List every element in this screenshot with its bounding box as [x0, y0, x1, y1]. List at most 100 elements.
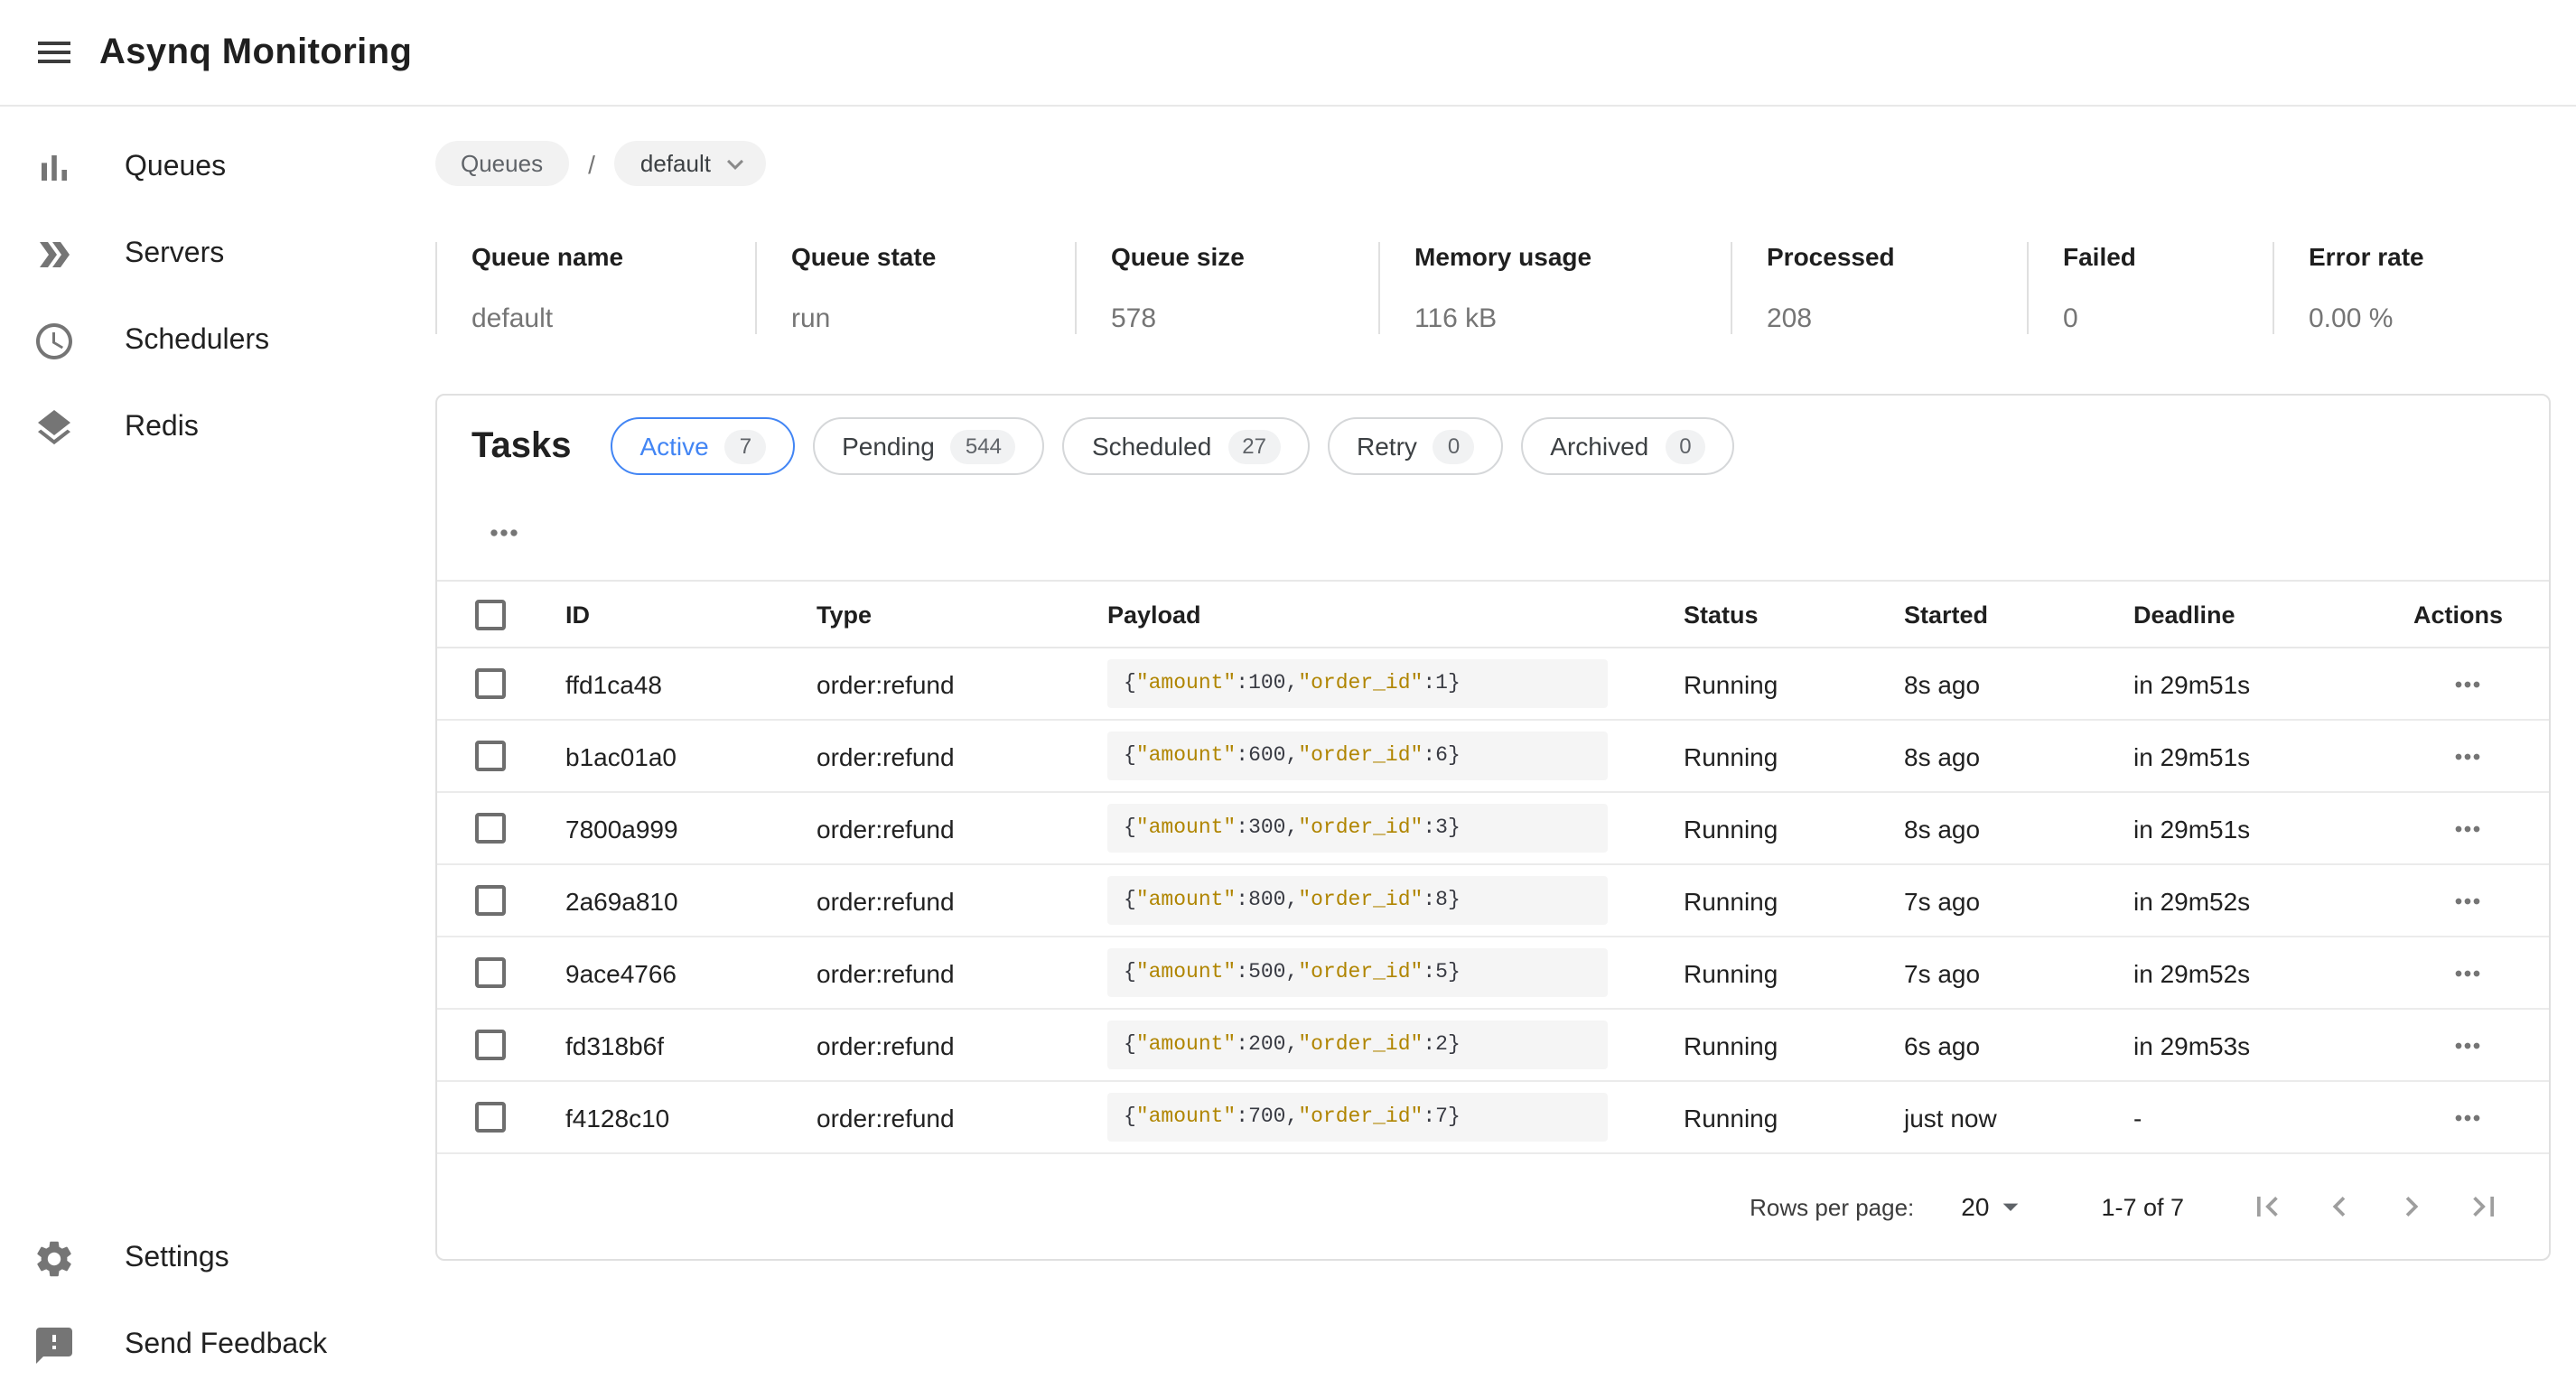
task-type-cell: order:refund	[788, 720, 1078, 792]
row-actions-button[interactable]	[2440, 879, 2494, 922]
task-actions-cell	[2385, 937, 2549, 1009]
row-actions-button[interactable]	[2440, 1095, 2494, 1139]
tab-retry[interactable]: Retry 0	[1328, 417, 1503, 475]
task-type-cell: order:refund	[788, 792, 1078, 864]
tab-count-badge: 27	[1227, 429, 1281, 463]
tab-label: Scheduled	[1092, 432, 1211, 461]
row-actions-button[interactable]	[2440, 734, 2494, 778]
task-actions-cell	[2385, 864, 2549, 937]
row-checkbox[interactable]	[475, 814, 506, 844]
sidebar-main-nav: Queues Servers Schedulers	[0, 125, 435, 471]
task-deadline-cell: in 29m51s	[2105, 792, 2385, 864]
task-payload-code: {"amount":300,"order_id":3}	[1107, 804, 1608, 853]
column-header-status: Status	[1655, 581, 1875, 648]
task-payload-code: {"amount":800,"order_id":8}	[1107, 876, 1608, 925]
task-payload-cell: {"amount":700,"order_id":7}	[1078, 1081, 1655, 1153]
task-started-cell: 8s ago	[1875, 720, 2105, 792]
breadcrumb-queue-select-chip[interactable]: default	[615, 141, 767, 186]
row-checkbox[interactable]	[475, 669, 506, 700]
task-payload-code: {"amount":200,"order_id":2}	[1107, 1021, 1608, 1069]
main-content: Queues / default Queue name default Queu…	[435, 107, 2576, 1389]
pagination-bar: Rows per page: 20 1-7 of 7	[437, 1154, 2549, 1259]
table-header-row: ID Type Payload Status Started Deadline …	[437, 581, 2549, 648]
rows-per-page-select[interactable]: 20	[1961, 1189, 2029, 1225]
sidebar-item-settings[interactable]: Settings	[0, 1216, 435, 1302]
sidebar-item-redis[interactable]: Redis	[0, 385, 435, 471]
task-deadline-cell: in 29m51s	[2105, 720, 2385, 792]
task-actions-cell	[2385, 1081, 2549, 1153]
task-status-cell: Running	[1655, 1081, 1875, 1153]
task-actions-cell	[2385, 720, 2549, 792]
sidebar-item-schedulers[interactable]: Schedulers	[0, 298, 435, 385]
task-payload-cell: {"amount":300,"order_id":3}	[1078, 792, 1655, 864]
task-payload-code: {"amount":600,"order_id":6}	[1107, 732, 1608, 780]
hamburger-menu-button[interactable]	[22, 20, 87, 85]
breadcrumb-queues-chip[interactable]: Queues	[435, 141, 568, 186]
rows-per-page-value: 20	[1961, 1192, 1989, 1221]
row-checkbox[interactable]	[475, 958, 506, 989]
column-header-deadline: Deadline	[2105, 581, 2385, 648]
task-actions-cell	[2385, 1009, 2549, 1081]
sidebar-footer-nav: Settings Send Feedback	[0, 1216, 435, 1389]
more-horizontal-icon	[2449, 738, 2485, 774]
column-header-payload: Payload	[1078, 581, 1655, 648]
column-header-id: ID	[537, 581, 788, 648]
more-horizontal-icon	[484, 513, 524, 553]
task-payload-code: {"amount":100,"order_id":1}	[1107, 659, 1608, 708]
stat-value: 116 kB	[1414, 303, 1731, 334]
row-actions-button[interactable]	[2440, 806, 2494, 850]
tab-label: Pending	[842, 432, 935, 461]
tab-scheduled[interactable]: Scheduled 27	[1063, 417, 1310, 475]
queue-stats-banner: Queue name default Queue state run Queue…	[435, 242, 2554, 334]
row-actions-button[interactable]	[2440, 1023, 2494, 1067]
previous-page-button[interactable]	[2303, 1179, 2375, 1234]
tab-pending[interactable]: Pending 544	[813, 417, 1045, 475]
tab-count-badge: 544	[951, 429, 1016, 463]
table-row: fd318b6f order:refund {"amount":200,"ord…	[437, 1009, 2549, 1081]
last-page-button[interactable]	[2448, 1179, 2520, 1234]
row-checkbox[interactable]	[475, 1103, 506, 1133]
rows-per-page-label: Rows per page:	[1750, 1193, 1914, 1220]
tasks-card: Tasks Active 7 Pending 544 Scheduled 27	[435, 394, 2551, 1261]
sidebar-item-send-feedback[interactable]: Send Feedback	[0, 1302, 435, 1389]
first-page-button[interactable]	[2231, 1179, 2303, 1234]
stat-label: Failed	[2063, 242, 2273, 271]
task-started-cell: 8s ago	[1875, 648, 2105, 720]
task-status-cell: Running	[1655, 648, 1875, 720]
task-started-cell: just now	[1875, 1081, 2105, 1153]
table-row: 7800a999 order:refund {"amount":300,"ord…	[437, 792, 2549, 864]
select-all-checkbox[interactable]	[475, 599, 506, 629]
task-id-cell: 2a69a810	[537, 864, 788, 937]
task-started-cell: 7s ago	[1875, 864, 2105, 937]
tab-label: Archived	[1550, 432, 1648, 461]
row-actions-button[interactable]	[2440, 662, 2494, 705]
row-checkbox[interactable]	[475, 886, 506, 917]
table-more-actions-button[interactable]	[479, 511, 529, 555]
tab-count-badge: 0	[1665, 429, 1705, 463]
breadcrumb: Queues / default	[435, 141, 2554, 186]
gear-icon	[33, 1237, 76, 1281]
next-page-button[interactable]	[2375, 1179, 2448, 1234]
row-checkbox[interactable]	[475, 741, 506, 772]
sidebar: Queues Servers Schedulers	[0, 107, 435, 1389]
tab-archived[interactable]: Archived 0	[1521, 417, 1734, 475]
more-horizontal-icon	[2449, 955, 2485, 991]
tab-label: Retry	[1357, 432, 1417, 461]
tab-active[interactable]: Active 7	[611, 417, 795, 475]
task-status-cell: Running	[1655, 937, 1875, 1009]
task-status-cell: Running	[1655, 720, 1875, 792]
feedback-icon	[33, 1324, 76, 1367]
table-row: 9ace4766 order:refund {"amount":500,"ord…	[437, 937, 2549, 1009]
task-payload-cell: {"amount":100,"order_id":1}	[1078, 648, 1655, 720]
stat-label: Queue state	[791, 242, 1075, 271]
sidebar-item-label: Servers	[125, 238, 224, 271]
app-root: Asynq Monitoring Queues Servers	[0, 0, 2576, 1389]
task-payload-cell: {"amount":800,"order_id":8}	[1078, 864, 1655, 937]
row-actions-button[interactable]	[2440, 951, 2494, 994]
hamburger-menu-icon	[33, 31, 76, 74]
row-checkbox[interactable]	[475, 1030, 506, 1061]
task-type-cell: order:refund	[788, 648, 1078, 720]
sidebar-item-queues[interactable]: Queues	[0, 125, 435, 211]
task-status-cell: Running	[1655, 864, 1875, 937]
sidebar-item-servers[interactable]: Servers	[0, 211, 435, 298]
